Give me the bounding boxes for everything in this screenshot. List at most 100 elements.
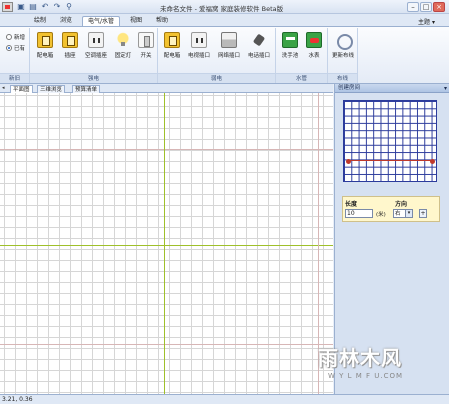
ribbon: 新增 已有 新旧 配电箱 插座 空调插座 固定灯 开关 强电 配电箱 电视插口 … [0, 26, 449, 84]
lamp-icon [115, 32, 131, 48]
app-window: ▣ ▤ ↶ ↷ ⚲ 未命名文件 - 爱福窝 家庭装修软件 Beta版 – □ ×… [0, 0, 449, 404]
watermark-name: 雨林木风 [318, 346, 402, 370]
button-label: 配电箱 [163, 53, 181, 59]
document-tabs: 平面图 三维浏览 预算清单 ◂ [0, 84, 333, 93]
distribution-box-icon [37, 32, 53, 48]
chevron-down-icon: ▾ [431, 19, 435, 26]
theme-menu[interactable]: 主题 ▾ [418, 17, 435, 26]
mode-option-existing[interactable]: 已有 [6, 45, 25, 54]
undo-icon[interactable]: ↶ [40, 2, 50, 12]
washbasin-icon [282, 32, 298, 48]
button-label: 固定灯 [114, 53, 132, 59]
minimize-button[interactable]: – [407, 2, 419, 12]
switch-icon [138, 32, 154, 48]
tab-floor-plan[interactable]: 平面图 [10, 85, 33, 93]
tab-electric-water[interactable]: 电气/水管 [82, 16, 120, 26]
network-socket-button[interactable]: 网络插口 [216, 32, 242, 62]
horizontal-axis [0, 245, 333, 246]
panel-title-label: 创建房间 [338, 85, 361, 91]
group-label: 强电 [30, 73, 157, 83]
tab-view[interactable]: 视图 [126, 16, 146, 26]
socket-icon [62, 32, 78, 48]
preview-end-point [430, 159, 435, 164]
strong-current-group: 配电箱 插座 空调插座 固定灯 开关 强电 [30, 28, 158, 83]
button-label: 开关 [140, 53, 152, 59]
distribution-box-icon [164, 32, 180, 48]
tv-socket-button[interactable]: 电视插口 [186, 32, 212, 62]
mode-option-label: 已有 [14, 46, 26, 52]
apply-wall-button[interactable]: + [419, 209, 427, 218]
button-label: 电视插口 [187, 53, 210, 59]
radio-new[interactable] [6, 34, 12, 40]
button-label: 插座 [64, 53, 76, 59]
button-label: 洗手池 [281, 53, 299, 59]
window-title: 未命名文件 - 爱福窝 家庭装修软件 Beta版 [160, 5, 284, 13]
tab-draw[interactable]: 绘制 [30, 16, 50, 26]
title-bar: ▣ ▤ ↶ ↷ ⚲ 未命名文件 - 爱福窝 家庭装修软件 Beta版 – □ × [0, 0, 449, 14]
preview-icon[interactable]: ⚲ [64, 2, 74, 12]
panel-title[interactable]: 创建房间 ▾ [335, 84, 449, 93]
close-button[interactable]: × [433, 2, 445, 12]
ac-socket-button[interactable]: 空调插座 [83, 32, 109, 62]
distribution-box-button[interactable]: 配电箱 [34, 32, 56, 62]
site-watermark: 雨林木风 W Y L M F U.COM [308, 340, 444, 392]
radio-existing[interactable] [6, 45, 12, 51]
unit-label: (米) [376, 212, 386, 218]
tab-help[interactable]: 帮助 [152, 16, 172, 26]
direction-value: 右 [395, 211, 401, 217]
ac-socket-icon [88, 32, 104, 48]
group-label: 弱电 [158, 73, 275, 83]
print-icon[interactable]: ▤ [28, 2, 38, 12]
maximize-button[interactable]: □ [420, 2, 432, 12]
network-socket-icon [221, 32, 237, 48]
tab-budget-list[interactable]: 预算清单 [72, 85, 101, 93]
group-label: 水管 [276, 73, 327, 83]
switch-button[interactable]: 开关 [136, 32, 156, 62]
wiring-group: 更新布线 布线 [328, 28, 358, 83]
preview-wall-line [348, 160, 434, 161]
chevron-down-icon[interactable]: ▾ [405, 210, 412, 217]
phone-socket-button[interactable]: 电话插口 [246, 32, 272, 62]
group-label: 布线 [328, 73, 357, 83]
tv-socket-icon [191, 32, 207, 48]
water-meter-button[interactable]: 水表 [303, 32, 325, 62]
redo-icon[interactable]: ↷ [52, 2, 62, 12]
chevron-down-icon[interactable]: ▾ [444, 84, 447, 93]
room-preview-grid[interactable] [343, 100, 437, 182]
mode-option-new[interactable]: 新增 [6, 34, 25, 43]
horizontal-guide [0, 344, 333, 345]
theme-label: 主题 [418, 19, 431, 26]
update-wiring-icon [335, 32, 353, 50]
phone-socket-icon [251, 32, 267, 48]
washbasin-button[interactable]: 洗手池 [279, 32, 301, 62]
tab-3d-view[interactable]: 三维浏览 [37, 85, 66, 93]
length-input[interactable]: 10 [345, 209, 373, 218]
mode-option-label: 新增 [14, 35, 26, 41]
direction-select[interactable]: 右 ▾ [393, 209, 413, 218]
save-icon[interactable]: ▣ [16, 2, 26, 12]
button-label: 电话插口 [247, 53, 270, 59]
preview-start-point [346, 159, 351, 164]
mode-group: 新增 已有 新旧 [0, 28, 30, 83]
tab-browse[interactable]: 浏览 [56, 16, 76, 26]
wall-input-form: 长度 方向 10 (米) 右 ▾ + [342, 196, 440, 222]
weak-current-group: 配电箱 电视插口 网络插口 电话插口 弱电 [158, 28, 276, 83]
button-label: 配电箱 [36, 53, 54, 59]
cursor-coordinates: 3.21, 0.36 [2, 396, 33, 403]
status-bar: 3.21, 0.36 [0, 394, 449, 404]
button-label: 水表 [308, 53, 320, 59]
water-pipe-group: 洗手池 水表 水管 [276, 28, 328, 83]
button-label: 网络插口 [217, 53, 240, 59]
vertical-axis [164, 93, 165, 394]
tab-scroll-left-icon[interactable]: ◂ [2, 85, 5, 91]
drawing-canvas[interactable] [0, 93, 333, 394]
app-logo-icon[interactable] [2, 2, 13, 12]
update-wiring-button[interactable]: 更新布线 [330, 32, 356, 62]
weak-distribution-box-button[interactable]: 配电箱 [161, 32, 183, 62]
group-label: 新旧 [0, 73, 29, 83]
water-meter-icon [306, 32, 322, 48]
socket-button[interactable]: 插座 [59, 32, 81, 62]
length-label: 长度 [345, 201, 358, 208]
watermark-url: W Y L M F U.COM [328, 372, 404, 380]
lamp-button[interactable]: 固定灯 [112, 32, 134, 62]
